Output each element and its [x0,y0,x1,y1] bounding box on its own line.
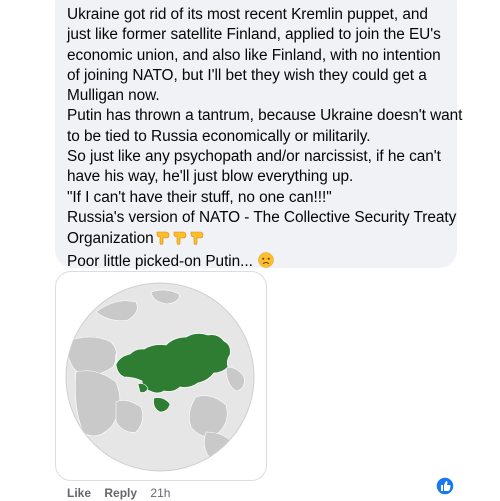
comment-line: Ukraine got rid of its most recent Kreml… [67,6,428,23]
comment-line: to be tied to Russia economically or mil… [67,127,371,145]
disappointed-face-emoji [258,251,274,274]
comment-line: have his way, he'll just blow everything… [67,168,354,186]
comment-line: of joining NATO, but I'll bet they wish … [67,66,427,84]
comment-line: So just like any psychopath and/or narci… [67,148,441,166]
comment-line: Mulligan now. [67,87,160,105]
comment-line: Russia's version of NATO - The Collectiv… [67,208,457,226]
comment-line: "If I can't have their stuff, no one can… [67,188,332,206]
attached-map-image[interactable] [55,271,267,481]
comment-line-with-emoji: Organization [67,228,459,251]
comment-line-text: Poor little picked-on Putin... [67,252,253,270]
comment-actions: Like Reply 21h [67,486,180,500]
comment-line: economic union, and also like Finland, w… [67,46,441,64]
reply-link[interactable]: Reply [104,486,137,500]
pointing-down-hand-emoji [155,228,207,251]
like-thumb-icon [435,476,455,496]
comment-body: Ukraine got rid of its most recent Kreml… [67,5,463,274]
comment-line: Putin has thrown a tantrum, because Ukra… [67,107,463,125]
reaction-like-badge[interactable] [435,476,455,496]
timestamp[interactable]: 21h [150,486,170,500]
like-link[interactable]: Like [67,486,91,500]
comment-line: just like former satellite Finland, appl… [67,26,441,44]
comment-line-text: Organization [67,230,154,248]
globe-map-icon [65,282,255,472]
